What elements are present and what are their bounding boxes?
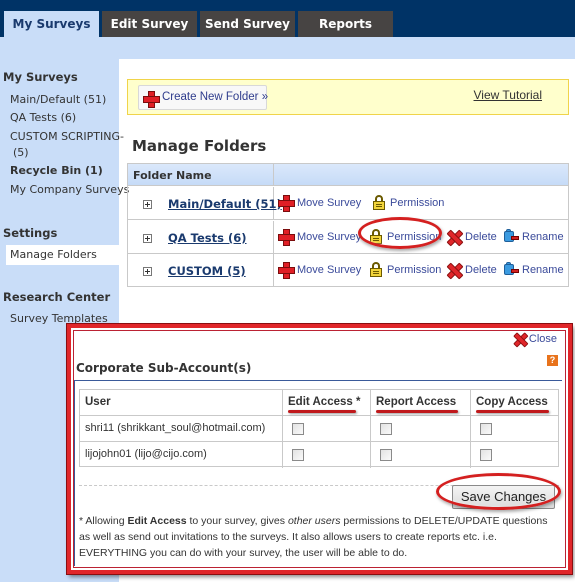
help-icon[interactable]: ? bbox=[547, 355, 558, 366]
permission-link[interactable]: Permission bbox=[368, 262, 442, 277]
expand-icon[interactable] bbox=[143, 267, 152, 276]
plus-icon bbox=[278, 229, 295, 246]
copy-access-checkbox[interactable] bbox=[480, 423, 492, 435]
column-header-report-access: Report Access bbox=[376, 396, 457, 408]
sidebar-heading-research-center: Research Center bbox=[3, 290, 111, 304]
copy-access-checkbox[interactable] bbox=[480, 449, 492, 461]
permissions-table: User Edit Access * Report Access Copy Ac… bbox=[79, 389, 559, 468]
tab-send-survey[interactable]: Send Survey bbox=[200, 11, 295, 37]
permission-link[interactable]: Permission bbox=[368, 229, 442, 244]
tab-my-surveys[interactable]: My Surveys bbox=[4, 11, 99, 37]
permissions-header-row: User Edit Access * Report Access Copy Ac… bbox=[80, 390, 558, 416]
folders-table: Folder Name Main/Default (51) Move Surve… bbox=[127, 163, 569, 287]
column-header-folder-name: Folder Name bbox=[133, 169, 212, 182]
permission-label: Permission bbox=[387, 264, 442, 276]
move-survey-link[interactable]: Move Survey bbox=[278, 229, 362, 246]
column-header-edit-access: Edit Access * bbox=[288, 396, 361, 408]
table-row: lijojohn01 (lijo@cijo.com) bbox=[80, 442, 558, 468]
view-tutorial-link[interactable]: View Tutorial bbox=[474, 88, 542, 102]
folder-toolbar: Create New Folder » View Tutorial bbox=[127, 79, 569, 115]
delete-link[interactable]: Delete bbox=[446, 230, 497, 244]
underline-annotation bbox=[376, 410, 458, 413]
plus-icon bbox=[143, 91, 160, 108]
edit-access-checkbox[interactable] bbox=[292, 449, 304, 461]
report-access-checkbox[interactable] bbox=[380, 449, 392, 461]
sub-header-band bbox=[0, 37, 575, 59]
sidebar-item-custom-scripting[interactable]: CUSTOM SCRIPTING- bbox=[10, 130, 124, 143]
underline-annotation bbox=[288, 410, 356, 413]
user-name: shri11 (shrikkant_soul@hotmail.com) bbox=[85, 422, 266, 434]
tab-edit-survey[interactable]: Edit Survey bbox=[102, 11, 197, 37]
lock-icon bbox=[370, 229, 382, 244]
rename-label: Rename bbox=[522, 231, 564, 243]
edit-access-checkbox[interactable] bbox=[292, 423, 304, 435]
dialog-title: Corporate Sub-Account(s) bbox=[76, 361, 252, 375]
sidebar-item-my-company-surveys[interactable]: My Company Surveys bbox=[10, 183, 129, 196]
sidebar-item-recycle-bin[interactable]: Recycle Bin (1) bbox=[10, 164, 103, 177]
delete-label: Delete bbox=[465, 231, 497, 243]
delete-label: Delete bbox=[465, 264, 497, 276]
top-header-bar: My Surveys Edit Survey Send Survey Repor… bbox=[0, 0, 575, 37]
sidebar-item-custom-scripting-count[interactable]: (5) bbox=[13, 146, 29, 159]
lock-icon bbox=[373, 195, 385, 210]
dialog-panel: User Edit Access * Report Access Copy Ac… bbox=[74, 380, 562, 566]
rename-puzzle-icon bbox=[503, 262, 519, 277]
move-survey-label: Move Survey bbox=[297, 197, 362, 209]
table-row: QA Tests (6) Move Survey Permission Dele… bbox=[128, 221, 568, 254]
sidebar-item-qa-tests[interactable]: QA Tests (6) bbox=[10, 111, 76, 124]
close-icon bbox=[513, 333, 527, 346]
move-survey-label: Move Survey bbox=[297, 231, 362, 243]
column-header-user: User bbox=[85, 396, 111, 408]
permission-link[interactable]: Permission bbox=[371, 195, 445, 210]
sidebar-heading-my-surveys: My Surveys bbox=[3, 70, 78, 84]
rename-label: Rename bbox=[522, 264, 564, 276]
delete-x-icon bbox=[446, 230, 461, 244]
delete-x-icon bbox=[446, 263, 461, 277]
edit-access-note: * Allowing Edit Access to your survey, g… bbox=[79, 515, 548, 559]
permission-label: Permission bbox=[387, 231, 442, 243]
close-label: Close bbox=[528, 333, 557, 345]
report-access-checkbox[interactable] bbox=[380, 423, 392, 435]
table-row: CUSTOM (5) Move Survey Permission Delete… bbox=[128, 254, 568, 286]
column-header-copy-access: Copy Access bbox=[476, 396, 548, 408]
permission-label: Permission bbox=[390, 197, 445, 209]
move-survey-label: Move Survey bbox=[297, 264, 362, 276]
create-new-folder-button[interactable]: Create New Folder » bbox=[138, 85, 269, 110]
create-new-folder-label: Create New Folder » bbox=[162, 91, 269, 103]
delete-link[interactable]: Delete bbox=[446, 263, 497, 277]
lock-icon bbox=[370, 262, 382, 277]
folders-table-header: Folder Name bbox=[128, 164, 568, 186]
rename-link[interactable]: Rename bbox=[503, 229, 564, 244]
expand-icon[interactable] bbox=[143, 234, 152, 243]
table-row: Main/Default (51) Move Survey Permission bbox=[128, 187, 568, 220]
folder-link[interactable]: Main/Default (51) bbox=[168, 197, 282, 211]
rename-link[interactable]: Rename bbox=[503, 262, 564, 277]
sidebar-item-main-default[interactable]: Main/Default (51) bbox=[10, 93, 106, 106]
plus-icon bbox=[278, 195, 295, 212]
underline-annotation bbox=[476, 410, 549, 413]
move-survey-link[interactable]: Move Survey bbox=[278, 195, 362, 212]
page-title: Manage Folders bbox=[132, 137, 267, 155]
user-name: lijojohn01 (lijo@cijo.com) bbox=[85, 448, 207, 460]
rename-puzzle-icon bbox=[503, 229, 519, 244]
table-row: shri11 (shrikkant_soul@hotmail.com) bbox=[80, 416, 558, 442]
close-button[interactable]: Close bbox=[512, 332, 557, 346]
sidebar-heading-settings: Settings bbox=[3, 226, 58, 240]
tab-reports[interactable]: Reports bbox=[298, 11, 393, 37]
save-changes-button[interactable]: Save Changes bbox=[452, 485, 555, 509]
plus-icon bbox=[278, 262, 295, 279]
folder-link[interactable]: CUSTOM (5) bbox=[168, 264, 246, 278]
expand-icon[interactable] bbox=[143, 200, 152, 209]
folder-link[interactable]: QA Tests (6) bbox=[168, 231, 247, 245]
permissions-dialog: Close ? Corporate Sub-Account(s) User Ed… bbox=[67, 324, 572, 574]
sidebar-item-manage-folders[interactable]: Manage Folders bbox=[6, 245, 119, 265]
move-survey-link[interactable]: Move Survey bbox=[278, 262, 362, 279]
